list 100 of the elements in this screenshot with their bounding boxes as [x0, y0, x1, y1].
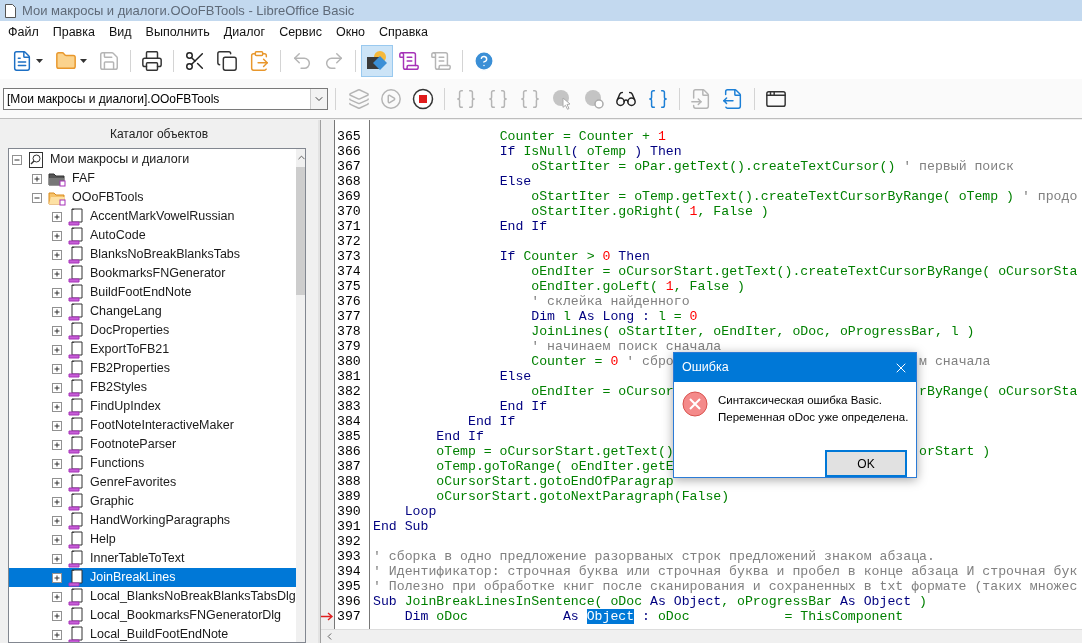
- scroll-icon: [68, 587, 84, 606]
- code-text: м сначала: [919, 354, 991, 369]
- braces-icon: [455, 87, 477, 110]
- menu-item[interactable]: Окно: [328, 21, 372, 43]
- code-text: ' Идентификатор: строчная буква или строчная буква и пробел в конце абзаца И строчная бук: [373, 564, 1078, 579]
- tree-item[interactable]: FB2Styles: [9, 378, 296, 397]
- tree-item[interactable]: OOoFBTools: [9, 188, 296, 207]
- expand-toggle[interactable]: [52, 534, 62, 545]
- message-text: Переменная oDoc уже определена.: [718, 410, 909, 425]
- expand-toggle[interactable]: [52, 363, 62, 374]
- expand-toggle[interactable]: [52, 420, 62, 431]
- tree-item[interactable]: Local_BlanksNoBreakBlanksTabsDlg: [9, 587, 296, 606]
- line-number: 376: [337, 294, 361, 309]
- tree-item[interactable]: FootNoteInteractiveMaker: [9, 416, 296, 435]
- expand-toggle[interactable]: [52, 344, 62, 355]
- tree-item[interactable]: BookmarksFNGenerator: [9, 264, 296, 283]
- expand-toggle[interactable]: [12, 154, 22, 165]
- tree-item[interactable]: BlanksNoBreakBlanksTabs: [9, 245, 296, 264]
- tree-label: FB2Styles: [90, 379, 147, 397]
- tree-item[interactable]: FootnoteParser: [9, 435, 296, 454]
- tree-item[interactable]: FindUpIndex: [9, 397, 296, 416]
- braces-icon: [487, 87, 509, 110]
- tree-item[interactable]: AccentMarkVowelRussian: [9, 207, 296, 226]
- clipboard-icon: [248, 50, 270, 72]
- expand-toggle[interactable]: [52, 610, 62, 621]
- expand-toggle[interactable]: [52, 439, 62, 450]
- scrollbar[interactable]: [295, 149, 305, 642]
- menu-item[interactable]: Вид: [101, 21, 139, 43]
- expand-toggle[interactable]: [52, 211, 62, 222]
- tree-item[interactable]: AutoCode: [9, 226, 296, 245]
- menu-item[interactable]: Сервис: [272, 21, 329, 43]
- line-number: 375: [337, 279, 361, 294]
- scroll-icon: [68, 359, 84, 378]
- line-number: 372: [337, 234, 361, 249]
- expand-toggle[interactable]: [52, 287, 62, 298]
- expand-toggle[interactable]: [52, 382, 62, 393]
- tree-item[interactable]: ExportToFB21: [9, 340, 296, 359]
- tree-item[interactable]: GenreFavorites: [9, 473, 296, 492]
- expand-toggle[interactable]: [52, 306, 62, 317]
- expand-toggle[interactable]: [52, 458, 62, 469]
- tree-item[interactable]: FB2Properties: [9, 359, 296, 378]
- horizontal-scrollbar[interactable]: [321, 629, 1082, 643]
- folder-icon: [48, 189, 66, 206]
- scroll-icon: [68, 454, 84, 473]
- scroll-icon: [430, 50, 452, 72]
- line-number: 395: [337, 579, 361, 594]
- dialog-title: Ошибка: [682, 359, 729, 377]
- code-text: Sub JoinBreakLinesInSentence( oDoc As Object, oProgressBar As Object ): [373, 594, 927, 609]
- expand-toggle[interactable]: [32, 192, 42, 203]
- expand-toggle[interactable]: [52, 572, 62, 583]
- expand-toggle[interactable]: [32, 173, 42, 184]
- tree-item[interactable]: Local_BookmarksFNGeneratorDlg: [9, 606, 296, 625]
- tree-item[interactable]: InnerTableToText: [9, 549, 296, 568]
- library-select[interactable]: [Мои макросы и диалоги].OOoFBTools: [3, 87, 328, 110]
- message-text: Синтаксическая ошибка Basic.: [718, 393, 883, 408]
- arrow-icon: [321, 612, 334, 621]
- line-number: 382: [337, 384, 361, 399]
- code-text: JoinLines( oStartIter, oEndIter, oDoc, oProgressBar, l ): [531, 324, 975, 339]
- scroll-icon: [68, 397, 84, 416]
- braces-icon: [647, 87, 669, 110]
- menu-item[interactable]: Справка: [372, 21, 436, 43]
- redo-icon: [323, 50, 345, 72]
- expand-toggle[interactable]: [52, 591, 62, 602]
- tree-label: OOoFBTools: [72, 189, 144, 207]
- menu-item[interactable]: Диалог: [216, 21, 273, 43]
- tree-item[interactable]: JoinBreakLines: [9, 568, 296, 587]
- expand-toggle[interactable]: [52, 496, 62, 507]
- panel-title: Каталог объектов: [109, 126, 209, 143]
- tree-item[interactable]: BuildFootEndNote: [9, 283, 296, 302]
- expand-toggle[interactable]: [52, 249, 62, 260]
- circle-gear-icon: [583, 87, 605, 110]
- menu-item[interactable]: Файл: [1, 21, 46, 43]
- expand-toggle[interactable]: [52, 477, 62, 488]
- expand-toggle[interactable]: [52, 230, 62, 241]
- expand-toggle[interactable]: [52, 268, 62, 279]
- dialog-mode-button[interactable]: [361, 45, 393, 77]
- expand-toggle[interactable]: [52, 325, 62, 336]
- tree-item[interactable]: FAF: [9, 169, 296, 188]
- menu-item[interactable]: Выполнить: [138, 21, 217, 43]
- code-text: Else: [499, 369, 532, 384]
- expand-toggle[interactable]: [52, 401, 62, 412]
- code-text: oTemp = oCursorStart.getText(): [436, 444, 674, 459]
- tree-item[interactable]: Local_BuildFootEndNote: [9, 625, 296, 642]
- expand-toggle[interactable]: [52, 629, 62, 640]
- expand-toggle[interactable]: [52, 515, 62, 526]
- tree-item[interactable]: Functions: [9, 454, 296, 473]
- tree-label: FAF: [72, 170, 95, 188]
- code-text: End Sub: [373, 519, 429, 534]
- menu-item[interactable]: Правка: [45, 21, 102, 43]
- scroll-thumb[interactable]: [295, 167, 305, 295]
- magnifier-page-icon: [28, 151, 44, 168]
- tree-item[interactable]: Мои макросы и диалоги: [9, 150, 296, 169]
- ok-button[interactable]: OK: [825, 450, 907, 477]
- expand-toggle[interactable]: [52, 553, 62, 564]
- dropdown-button[interactable]: [310, 88, 327, 109]
- tree-item[interactable]: Graphic: [9, 492, 296, 511]
- tree-item[interactable]: ChangeLang: [9, 302, 296, 321]
- tree-item[interactable]: DocProperties: [9, 321, 296, 340]
- tree-item[interactable]: HandWorkingParagraphs: [9, 511, 296, 530]
- tree-item[interactable]: Help: [9, 530, 296, 549]
